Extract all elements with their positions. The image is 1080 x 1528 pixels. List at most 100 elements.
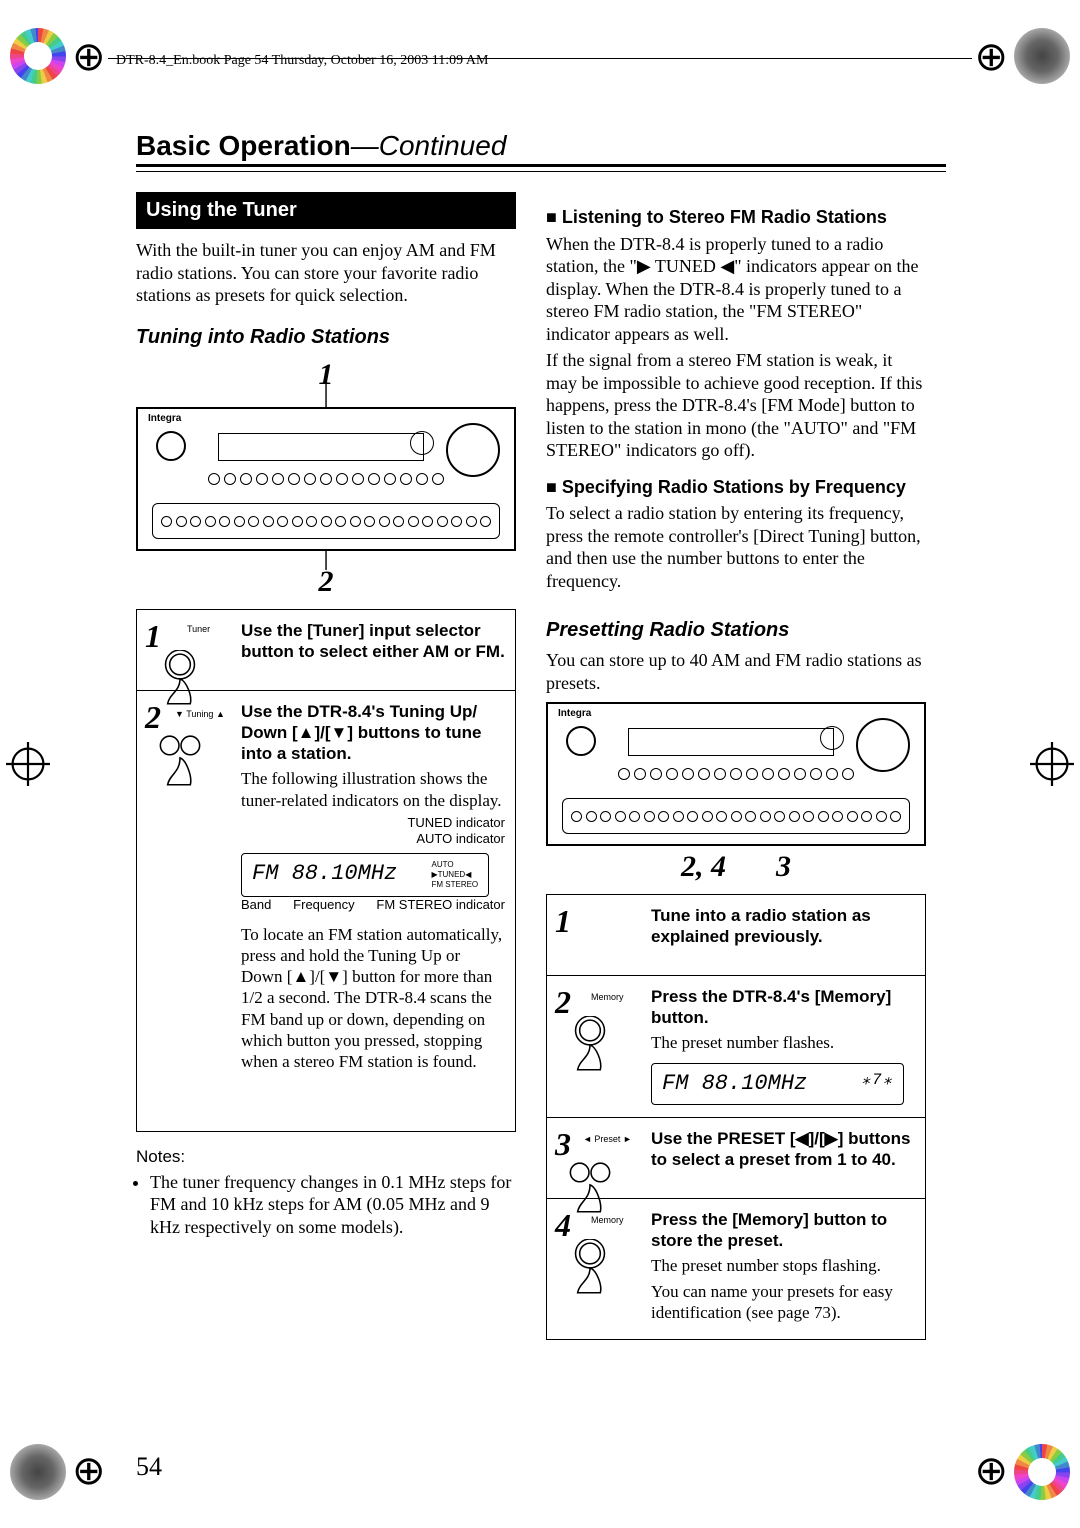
radial-bl-icon bbox=[10, 1444, 66, 1500]
page-sheet: ⊕ ⊕ ⊕ ⊕ DTR-8.4_En.book Page 54 Thursday… bbox=[0, 0, 1080, 1528]
preset-step-4-lead: Press the [Memory] button to store the p… bbox=[651, 1210, 887, 1250]
volume-knob-icon bbox=[446, 423, 500, 477]
preset-step-3: 3 ◄ Preset ► Use the PRESET [◀]/[▶] butt… bbox=[547, 1118, 925, 1199]
preset-step-2: 2 Memory Press the DTR-8.4's [Memory] bu… bbox=[547, 976, 925, 1118]
memory-btn-label-2: Memory bbox=[591, 1215, 624, 1226]
section-title-tuner: Using the Tuner bbox=[136, 192, 516, 229]
crop-cross-tl-icon: ⊕ bbox=[72, 34, 106, 80]
preset-step-2-lead: Press the DTR-8.4's [Memory] button. bbox=[651, 987, 891, 1027]
right-triangle-icon: ▶ bbox=[637, 256, 651, 276]
tuning-btn-label: ▼ Tuning ▲ bbox=[175, 709, 225, 720]
volume-knob-icon-2 bbox=[856, 718, 910, 772]
crop-cross-tr-icon: ⊕ bbox=[974, 34, 1008, 80]
receiver-illustration-1: Integra bbox=[136, 407, 516, 551]
preset-step-4-after2: You can name your presets for easy ident… bbox=[651, 1281, 915, 1324]
notes-list: The tuner frequency changes in 0.1 MHz s… bbox=[150, 1171, 516, 1239]
tuner-display: FM 88.10MHz AUTO▶TUNED◀FM STEREO bbox=[241, 853, 489, 897]
subhead-listen: ■ Listening to Stereo FM Radio Stations bbox=[546, 206, 926, 229]
listen-paragraph-2: If the signal from a stereo FM station i… bbox=[546, 349, 926, 462]
content-area: Basic Operation—Continued Using the Tune… bbox=[136, 130, 946, 1390]
subhead-preset: Presetting Radio Stations bbox=[546, 618, 926, 643]
auto-indicator-label: AUTO indicator bbox=[241, 831, 505, 847]
step-1-lead: Use the [Tuner] input selector button to… bbox=[241, 621, 505, 661]
radial-tr-icon bbox=[1014, 28, 1070, 84]
subhead-tuning: Tuning into Radio Stations bbox=[136, 325, 516, 350]
preset-btn-label: ◄ Preset ► bbox=[583, 1134, 632, 1145]
power-knob-icon-2 bbox=[566, 726, 596, 756]
display-panel-icon-2 bbox=[628, 728, 834, 756]
preset-step-1: 1 Tune into a radio station as explained… bbox=[547, 895, 925, 976]
up-triangle-icon-2: ▲ bbox=[292, 967, 309, 986]
receiver-illustration-2: Integra bbox=[546, 702, 926, 846]
down-triangle-icon-2: ▼ bbox=[325, 967, 342, 986]
receiver-brand: Integra bbox=[148, 413, 181, 426]
button-row-icon bbox=[208, 473, 444, 487]
colorwheel-tl-icon bbox=[10, 28, 66, 84]
small-button-icon-2 bbox=[820, 726, 844, 750]
display-labels: Band Frequency FM STEREO indicator bbox=[241, 897, 505, 913]
tuned-indicator-label: TUNED indicator bbox=[241, 815, 505, 831]
colorwheel-br-icon bbox=[1014, 1444, 1070, 1500]
memory-btn-label: Memory bbox=[591, 992, 624, 1003]
left-triangle-icon: ◀ bbox=[720, 256, 734, 276]
step-row-1: 1 Tuner Use the [Tuner] input selector b… bbox=[137, 610, 515, 691]
display-text: FM 88.10MHz bbox=[252, 861, 397, 886]
inset-row-icon bbox=[152, 503, 500, 539]
left-column: Using the Tuner With the built-in tuner … bbox=[136, 192, 516, 1340]
left-triangle-icon-2: ◀ bbox=[796, 1129, 809, 1148]
preset-step-4-after1: The preset number stops flashing. bbox=[651, 1255, 915, 1276]
display-panel-icon bbox=[218, 433, 424, 461]
band-label: Band bbox=[241, 897, 271, 913]
listen-paragraph-1: When the DTR-8.4 is properly tuned to a … bbox=[546, 233, 926, 346]
page-heading: Basic Operation—Continued bbox=[136, 130, 946, 162]
fmstereo-label: FM STEREO indicator bbox=[376, 897, 505, 913]
right-column: ■ Listening to Stereo FM Radio Stations … bbox=[546, 192, 926, 1340]
preset-step-4: 4 Memory Press the [Memory] button to st… bbox=[547, 1199, 925, 1339]
callout-1-line-icon: │ bbox=[136, 393, 516, 399]
notes-item: The tuner frequency changes in 0.1 MHz s… bbox=[150, 1171, 516, 1239]
receiver-brand-2: Integra bbox=[558, 708, 591, 721]
preset-step-1-number: 1 bbox=[547, 895, 647, 941]
callout-24: 2, 4 bbox=[681, 848, 726, 886]
small-button-icon bbox=[410, 431, 434, 455]
subhead-specify: ■ Specifying Radio Stations by Frequency bbox=[546, 476, 926, 499]
heading-continued: —Continued bbox=[351, 130, 507, 161]
tuner-btn-label: Tuner bbox=[187, 624, 210, 635]
callout-2: 2 bbox=[136, 563, 516, 601]
callout-3: 3 bbox=[776, 848, 791, 886]
step-row-2: 2 ▼ Tuning ▲ Use the DTR-8.4's Tuning Up… bbox=[137, 691, 515, 1131]
hand-press-icon-3 bbox=[559, 1016, 621, 1084]
side-cross-left-icon bbox=[6, 742, 50, 791]
step-2-after: The following illustration shows the tun… bbox=[241, 768, 505, 811]
preset-callouts: 2, 4 3 bbox=[546, 848, 926, 886]
crop-cross-br-icon: ⊕ bbox=[974, 1448, 1008, 1494]
button-row-icon-2 bbox=[618, 768, 854, 782]
specify-paragraph: To select a radio station by entering it… bbox=[546, 502, 926, 592]
up-triangle-icon: ▲ bbox=[298, 723, 315, 742]
preset-display-text: FM 88.10MHz bbox=[662, 1071, 807, 1096]
preset-display: FM 88.10MHz ⁎7⁎ bbox=[651, 1063, 904, 1105]
notes-heading: Notes: bbox=[136, 1146, 516, 1167]
preset-intro: You can store up to 40 AM and FM radio s… bbox=[546, 649, 926, 694]
tuner-intro: With the built-in tuner you can enjoy AM… bbox=[136, 239, 516, 307]
power-knob-icon bbox=[156, 431, 186, 461]
step-2-tail: To locate an FM station automatically, p… bbox=[241, 924, 505, 1073]
hand-press-icon-2 bbox=[149, 731, 211, 799]
preset-step-3-lead: Use the PRESET [◀]/[▶] buttons to select… bbox=[651, 1129, 910, 1169]
side-cross-right-icon bbox=[1030, 742, 1074, 791]
crop-cross-bl-icon: ⊕ bbox=[72, 1448, 106, 1494]
tuning-steps-table: 1 Tuner Use the [Tuner] input selector b… bbox=[136, 609, 516, 1132]
page-number: 54 bbox=[136, 1452, 162, 1482]
preset-flash-icon: ⁎7⁎ bbox=[862, 1070, 894, 1090]
preset-steps-table: 1 Tune into a radio station as explained… bbox=[546, 894, 926, 1341]
freq-label: Frequency bbox=[293, 897, 354, 913]
callout-2-line-icon: │ bbox=[136, 553, 516, 563]
step-2-lead: Use the DTR-8.4's Tuning Up/ Down [▲]/[▼… bbox=[241, 702, 481, 764]
preset-step-1-lead: Tune into a radio station as explained p… bbox=[651, 906, 871, 946]
preset-step-2-after: The preset number flashes. bbox=[651, 1032, 915, 1053]
heading-rule bbox=[136, 164, 946, 172]
header-meta: DTR-8.4_En.book Page 54 Thursday, Octobe… bbox=[116, 53, 488, 69]
inset-row-icon-2 bbox=[562, 798, 910, 834]
down-triangle-icon: ▼ bbox=[331, 723, 348, 742]
heading-main: Basic Operation bbox=[136, 130, 351, 161]
